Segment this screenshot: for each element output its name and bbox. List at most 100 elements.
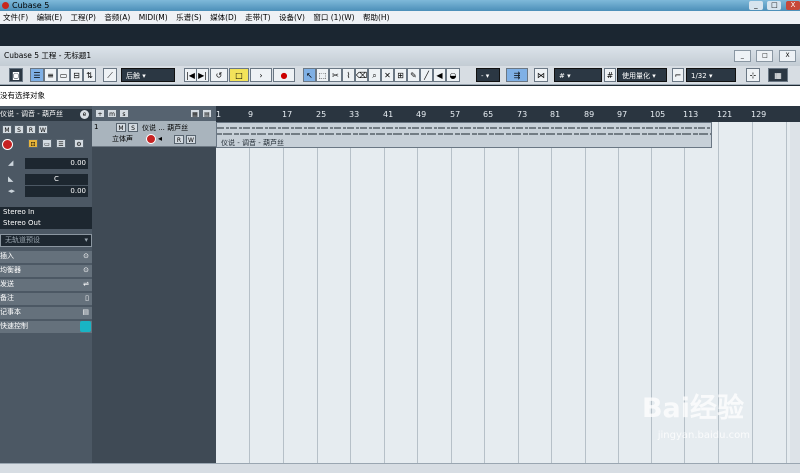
- inspector-track-header[interactable]: 仪说 - 调音 - 葫芦丝 e: [0, 109, 92, 121]
- volume-value[interactable]: 0.00: [25, 158, 88, 169]
- erase-tool-icon[interactable]: ⌫: [355, 68, 368, 82]
- activate-project-button[interactable]: ◙: [9, 68, 23, 82]
- notes-icon[interactable]: ▯: [85, 293, 89, 303]
- section-notes[interactable]: 备注 ▯: [0, 293, 92, 305]
- settings-icon[interactable]: ⚙: [74, 139, 84, 148]
- project-minimize-button[interactable]: _: [733, 50, 751, 62]
- menu-window[interactable]: 窗口 (1)(W): [310, 11, 357, 24]
- track-write-button[interactable]: W: [186, 135, 196, 144]
- show-overview-icon[interactable]: ▭: [57, 68, 70, 82]
- quantize-mode-dropdown[interactable]: 使用量化 ▾: [617, 68, 667, 82]
- folder-icon[interactable]: ▭: [42, 139, 52, 148]
- section-inserts[interactable]: 插入 ⊙: [0, 251, 92, 263]
- quick-controls-icon[interactable]: [80, 321, 91, 332]
- draw-tool-icon[interactable]: ✎: [407, 68, 420, 82]
- notepad-icon[interactable]: ▤: [82, 307, 89, 317]
- line-tool-icon[interactable]: ╱: [420, 68, 433, 82]
- menu-midi[interactable]: MIDI(M): [136, 11, 171, 24]
- menu-audio[interactable]: 音频(A): [101, 11, 133, 24]
- menu-devices[interactable]: 设备(V): [276, 11, 308, 24]
- vertical-scrollbar[interactable]: [790, 122, 800, 463]
- show-pool-icon[interactable]: ⊟: [70, 68, 83, 82]
- audio-event[interactable]: 仪说 - 调音 - 葫芦丝: [216, 122, 712, 148]
- mute-all-icon[interactable]: m: [107, 109, 117, 118]
- lock-icon[interactable]: ⊡: [28, 139, 38, 148]
- track-row[interactable]: 1 M S 仪说 ... 葫芦丝 立体声 ◂ R W: [92, 121, 216, 147]
- project-close-button[interactable]: X: [779, 50, 796, 62]
- close-button[interactable]: X: [786, 1, 800, 10]
- stop-button[interactable]: □: [229, 68, 249, 82]
- automation-mode-dropdown[interactable]: 后触 ▾: [121, 68, 175, 82]
- play-tool-icon[interactable]: ◀: [433, 68, 446, 82]
- power-icon[interactable]: ⊙: [83, 265, 89, 275]
- quantize-value-dropdown[interactable]: 1/32 ▾: [686, 68, 736, 82]
- minimize-button[interactable]: _: [748, 1, 763, 10]
- object-selection-tool-icon[interactable]: ↖: [303, 68, 316, 82]
- project-maximize-button[interactable]: □: [756, 50, 774, 62]
- menu-score[interactable]: 乐谱(S): [173, 11, 205, 24]
- track-name[interactable]: 仪说 ... 葫芦丝: [142, 123, 188, 133]
- section-notepad[interactable]: 记事本 ▤: [0, 307, 92, 319]
- range-selection-tool-icon[interactable]: ⬚: [316, 68, 329, 82]
- automation-mode-icon[interactable]: ⟋: [103, 68, 117, 82]
- track-preset-dropdown[interactable]: 无轨道预设 ▾: [0, 234, 92, 247]
- record-enable-icon[interactable]: [2, 139, 13, 150]
- comp-tool-icon[interactable]: ⊞: [394, 68, 407, 82]
- color-palette-icon[interactable]: ▦: [768, 68, 788, 82]
- volume-row[interactable]: ◢ 0.00: [0, 158, 92, 170]
- section-quick-controls[interactable]: 快速控制: [0, 321, 92, 333]
- horizontal-scrollbar[interactable]: [0, 463, 800, 473]
- window-layout-icon[interactable]: ⊹: [746, 68, 760, 82]
- add-track-icon[interactable]: +: [95, 109, 105, 118]
- glue-tool-icon[interactable]: ⌇: [342, 68, 355, 82]
- go-to-end-button[interactable]: ▶|: [196, 68, 209, 82]
- record-button[interactable]: ●: [273, 68, 295, 82]
- inspector-write-button[interactable]: W: [38, 125, 48, 134]
- track-scale-icon[interactable]: ▤: [202, 109, 212, 118]
- menu-transport[interactable]: 走带(T): [242, 11, 273, 24]
- menu-file[interactable]: 文件(F): [0, 11, 31, 24]
- sends-icon[interactable]: ⇌: [83, 279, 89, 289]
- lanes-icon[interactable]: ☰: [56, 139, 66, 148]
- inspector-read-button[interactable]: R: [26, 125, 36, 134]
- maximize-button[interactable]: □: [767, 1, 782, 10]
- timeline-ruler[interactable]: 1 9 17 25 33 41 49 57 65 73 81 89 97 105…: [216, 106, 800, 122]
- track-record-icon[interactable]: [146, 134, 156, 144]
- menu-edit[interactable]: 编辑(E): [34, 11, 66, 24]
- delay-row[interactable]: ◂▸ 0.00: [0, 186, 92, 198]
- power-icon[interactable]: ⊙: [83, 251, 89, 261]
- track-read-button[interactable]: R: [174, 135, 184, 144]
- section-eq[interactable]: 均衡器 ⊙: [0, 265, 92, 277]
- menu-project[interactable]: 工程(P): [68, 11, 99, 24]
- show-inspector-icon[interactable]: ☰: [30, 68, 44, 82]
- output-routing[interactable]: Stereo Out: [0, 218, 92, 229]
- mute-tool-icon[interactable]: ✕: [381, 68, 394, 82]
- menu-media[interactable]: 媒体(D): [207, 11, 240, 24]
- track-solo-button[interactable]: S: [128, 123, 138, 132]
- play-button[interactable]: ›: [250, 68, 272, 82]
- zoom-tool-icon[interactable]: ⌕: [368, 68, 381, 82]
- snap-zero-icon[interactable]: ⋈: [534, 68, 548, 82]
- input-routing[interactable]: Stereo In: [0, 207, 92, 218]
- delay-value[interactable]: 0.00: [25, 186, 88, 197]
- edit-channel-icon[interactable]: e: [80, 110, 89, 119]
- color-tool-icon[interactable]: ◒: [446, 68, 460, 82]
- show-info-line-icon[interactable]: ≡: [44, 68, 57, 82]
- cycle-button[interactable]: ↺: [210, 68, 228, 82]
- section-sends[interactable]: 发送 ⇌: [0, 279, 92, 291]
- monitor-icon[interactable]: ◂: [158, 134, 162, 143]
- nudge-dropdown[interactable]: - ▾: [476, 68, 500, 82]
- solo-all-icon[interactable]: s: [119, 109, 129, 118]
- show-mixer-icon[interactable]: ⇅: [83, 68, 96, 82]
- pan-row[interactable]: ◣ C: [0, 174, 92, 186]
- pan-value[interactable]: C: [25, 174, 88, 185]
- split-tool-icon[interactable]: ✂: [329, 68, 342, 82]
- inspector-solo-button[interactable]: S: [14, 125, 24, 134]
- inspector-mute-button[interactable]: M: [2, 125, 12, 134]
- quantize-icon[interactable]: ⌐: [672, 68, 684, 82]
- autoscroll-icon[interactable]: ⇶: [506, 68, 528, 82]
- track-controls-settings-icon[interactable]: ▦: [190, 109, 200, 118]
- menu-help[interactable]: 帮助(H): [360, 11, 393, 24]
- track-mute-button[interactable]: M: [116, 123, 126, 132]
- snap-type-dropdown[interactable]: # ▾: [554, 68, 602, 82]
